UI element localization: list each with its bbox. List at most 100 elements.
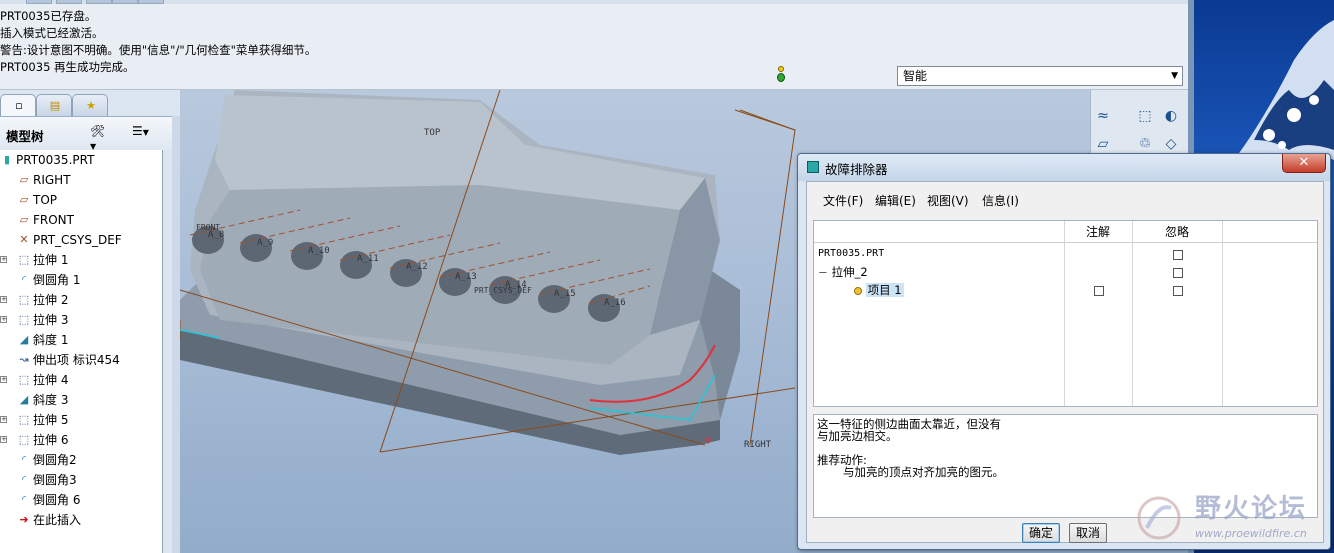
- tools-icon: 🛠: [90, 124, 106, 138]
- extrude-icon: ⬚: [18, 313, 30, 326]
- issue-message: 这一特征的侧边曲面太靠近，但没有 与加亮边相交。: [817, 417, 1001, 443]
- tree-show-button[interactable]: ☰▼: [132, 124, 149, 142]
- tree-item-label: 斜度 1: [33, 333, 69, 347]
- extrude-icon: ⬚: [18, 433, 30, 446]
- column-header-ignore[interactable]: 忽略: [1132, 221, 1222, 243]
- tree-item[interactable]: ✕ PRT_CSYS_DEF: [0, 230, 162, 250]
- toolbar-tab[interactable]: [26, 0, 52, 4]
- insert-here-icon: ➜: [19, 513, 29, 526]
- tree-item[interactable]: ◢ 斜度 3: [0, 390, 162, 410]
- tree-item[interactable]: + ⬚ 拉伸 2: [0, 290, 162, 310]
- dialog-titlebar[interactable]: 故障排除器 ✕: [798, 154, 1330, 181]
- message-line: 插入模式已经激活。: [0, 26, 104, 40]
- round-icon: ◜: [21, 473, 27, 486]
- issue-row-item[interactable]: 项目 1: [854, 281, 904, 299]
- tree-item-label: 拉伸 1: [33, 253, 69, 267]
- extrude-icon: ⬚: [18, 373, 30, 386]
- expand-icon[interactable]: +: [0, 436, 7, 443]
- close-button[interactable]: ✕: [1282, 154, 1326, 173]
- blend-tool-icon[interactable]: ◇: [1161, 134, 1181, 154]
- message-line: PRT0035 再生成功完成。: [0, 60, 135, 74]
- toolbar-strip: [0, 0, 1188, 4]
- tree-item[interactable]: ▱ RIGHT: [0, 170, 162, 190]
- tab-folder-browser[interactable]: ▤: [36, 94, 72, 116]
- right-toolbar: ≈ ⬚ ◐ ▱ ♲ ◇: [1090, 90, 1188, 160]
- dialog-title: 故障排除器: [825, 162, 888, 177]
- menu-file[interactable]: 文件(F): [823, 192, 863, 209]
- cancel-button[interactable]: 取消: [1069, 523, 1107, 543]
- plane-tool-icon[interactable]: ▱: [1093, 134, 1113, 154]
- tree-item[interactable]: + ⬚ 拉伸 4: [0, 370, 162, 390]
- tree-item[interactable]: ◜ 倒圆角3: [0, 470, 162, 490]
- tree-item-label: RIGHT: [33, 173, 71, 187]
- tree-item[interactable]: + ⬚ 拉伸 5: [0, 410, 162, 430]
- tree-item[interactable]: ▱ FRONT: [0, 210, 162, 230]
- tree-item-label: 倒圆角2: [33, 453, 77, 467]
- extrude-icon: ⬚: [18, 293, 30, 306]
- issue-marker-icon: [854, 286, 862, 295]
- tree-item[interactable]: + ⬚ 拉伸 3: [0, 310, 162, 330]
- vertex-marker: +: [703, 433, 713, 447]
- column-header-note[interactable]: 注解: [1064, 221, 1132, 243]
- ignore-checkbox[interactable]: [1173, 268, 1183, 278]
- expand-icon[interactable]: +: [0, 256, 7, 263]
- collapse-icon[interactable]: −: [818, 263, 828, 281]
- datum-plane-icon: ▱: [19, 193, 29, 206]
- note-checkbox[interactable]: [1094, 286, 1104, 296]
- expand-icon[interactable]: +: [0, 376, 7, 383]
- tree-item-label: FRONT: [33, 213, 74, 227]
- tree-settings-button[interactable]: 🛠▼: [90, 124, 106, 151]
- expand-icon[interactable]: +: [0, 416, 7, 423]
- toolbar-tab[interactable]: [56, 0, 82, 4]
- tree-item-label: 倒圆角 1: [33, 273, 81, 287]
- tree-item[interactable]: ➜ 在此插入: [0, 510, 162, 530]
- tree-item[interactable]: ◢ 斜度 1: [0, 330, 162, 350]
- toolbar-tab[interactable]: [138, 0, 164, 4]
- draft-icon: ◢: [19, 393, 29, 406]
- issue-row-feature[interactable]: − 拉伸_2: [818, 263, 868, 281]
- message-line: PRT0035已存盘。: [0, 9, 97, 23]
- tree-item[interactable]: ◜ 倒圆角2: [0, 450, 162, 470]
- chevron-down-icon: ▼: [1171, 71, 1178, 81]
- action-text: 与加亮的顶点对齐加亮的图元。: [843, 465, 1004, 479]
- folder-browser-icon: ▤: [49, 99, 61, 112]
- tree-item-label: 拉伸 6: [33, 433, 69, 447]
- ok-button[interactable]: 确定: [1022, 523, 1060, 543]
- chevron-down-icon: ▼: [142, 128, 149, 137]
- revolve-tool-icon[interactable]: ◐: [1161, 106, 1181, 126]
- expand-icon[interactable]: +: [0, 316, 7, 323]
- axis-label: A_14: [505, 280, 527, 290]
- tree-item[interactable]: ↝ 伸出项 标识454: [0, 350, 162, 370]
- tree-item[interactable]: + ⬚ 拉伸 6: [0, 430, 162, 450]
- axis-label: A_8: [208, 230, 225, 240]
- tab-model-tree[interactable]: ▫: [0, 94, 36, 116]
- extrude-tool-icon[interactable]: ⬚: [1135, 106, 1155, 126]
- toolbar-tab[interactable]: [112, 0, 138, 4]
- expand-icon[interactable]: +: [0, 296, 7, 303]
- model-tree-header: 模型树 🛠▼ ☰▼: [0, 116, 172, 151]
- menu-view[interactable]: 视图(V): [927, 192, 969, 209]
- regen-status-light-icon[interactable]: [776, 66, 786, 84]
- tree-item[interactable]: + ⬚ 拉伸 1: [0, 250, 162, 270]
- sash-handle[interactable]: [172, 116, 180, 553]
- toolbar-tab[interactable]: [86, 0, 112, 4]
- issue-row-label: 拉伸_2: [831, 265, 868, 279]
- datum-plane-icon: ▱: [19, 173, 29, 186]
- ignore-checkbox[interactable]: [1173, 250, 1183, 260]
- menu-edit[interactable]: 编辑(E): [875, 192, 916, 209]
- ignore-checkbox[interactable]: [1173, 286, 1183, 296]
- sketch-icon[interactable]: ≈: [1093, 106, 1113, 126]
- menu-info[interactable]: 信息(I): [982, 192, 1019, 209]
- watermark-url: www.proewildfire.cn: [1195, 527, 1307, 540]
- selection-filter-select[interactable]: 智能 ▼: [897, 66, 1183, 86]
- tree-item[interactable]: ▮ PRT0035.PRT: [0, 150, 162, 170]
- tab-favorites[interactable]: ★: [72, 94, 108, 116]
- tree-item-label: 斜度 3: [33, 393, 69, 407]
- tree-item[interactable]: ▱ TOP: [0, 190, 162, 210]
- tree-item[interactable]: ◜ 倒圆角 6: [0, 490, 162, 510]
- tree-item[interactable]: ◜ 倒圆角 1: [0, 270, 162, 290]
- issue-row-part[interactable]: PRT0035.PRT: [818, 245, 884, 263]
- watermark-logo-icon: [1137, 496, 1181, 540]
- sweep-tool-icon[interactable]: ♲: [1135, 134, 1155, 154]
- tree-item-label: 倒圆角3: [33, 473, 77, 487]
